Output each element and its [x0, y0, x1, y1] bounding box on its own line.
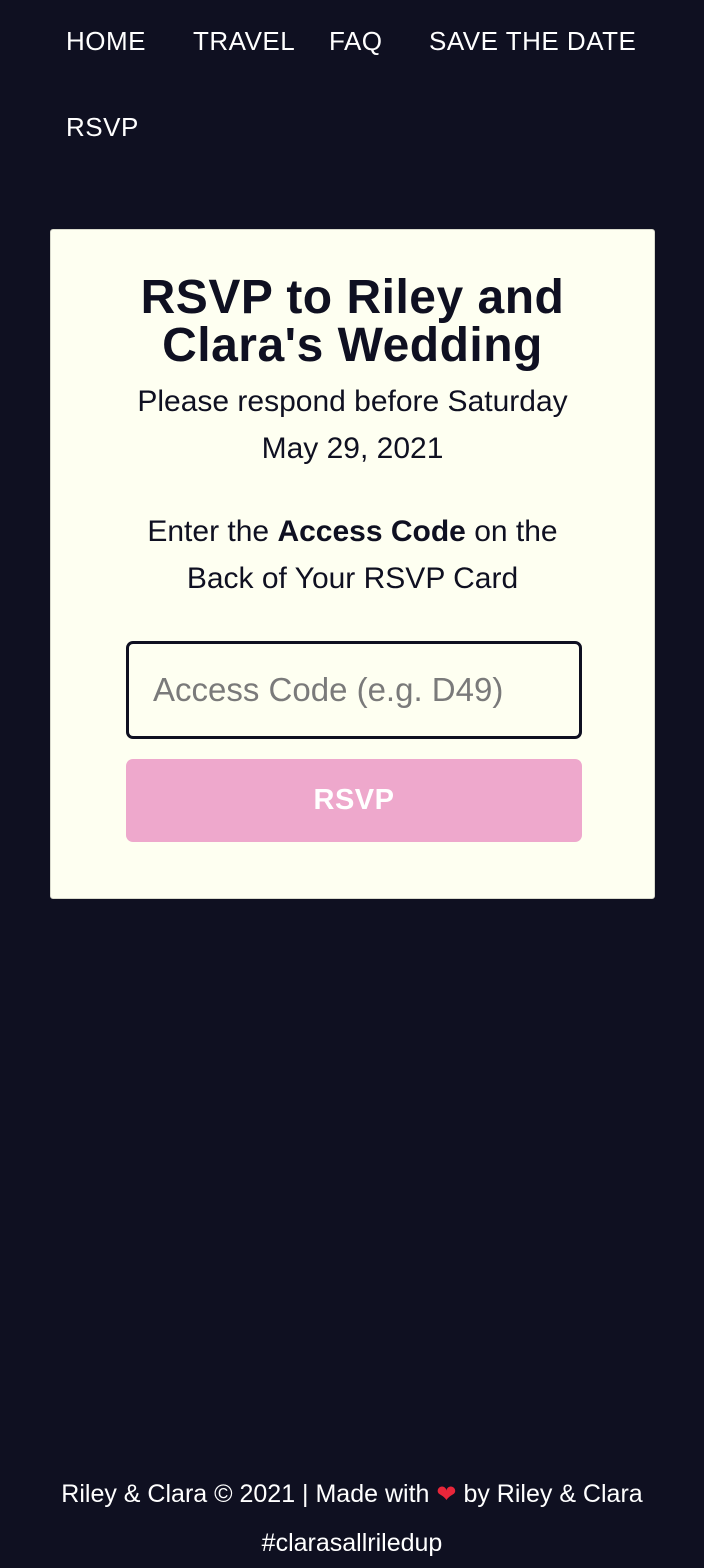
nav-item-travel[interactable]: TRAVEL [193, 26, 295, 57]
respond-by-text: Please respond before Saturday May 29, 2… [137, 385, 568, 465]
nav-item-save-the-date[interactable]: SAVE THE DATE [429, 26, 636, 57]
access-code-input[interactable] [126, 641, 582, 739]
access-code-instructions: Enter the Access Code on the Back of You… [111, 508, 594, 602]
nav-item-faq[interactable]: FAQ [329, 26, 383, 57]
instructions-prefix: Enter the [147, 515, 278, 548]
footer-credit-suffix: by Riley & Clara [463, 1480, 643, 1508]
footer-hashtag: #clarasallriledup [261, 1529, 443, 1557]
instructions-emphasis: Access Code [277, 515, 466, 548]
page-title: RSVP to Riley and Clara's Wedding [140, 271, 565, 372]
rsvp-submit-button[interactable]: RSVP [126, 759, 582, 842]
footer: Riley & Clara © 2021 | Made with ❤ by Ri… [0, 1470, 704, 1568]
footer-credit-prefix: Riley & Clara © 2021 | Made with [61, 1480, 430, 1508]
nav-item-rsvp[interactable]: RSVP [66, 112, 139, 143]
heart-icon: ❤ [436, 1481, 457, 1508]
footer-credit: Riley & Clara © 2021 | Made with ❤ by Ri… [0, 1470, 704, 1519]
nav-item-home[interactable]: HOME [66, 26, 146, 57]
rsvp-card: RSVP to Riley and Clara's Wedding Please… [50, 229, 655, 899]
